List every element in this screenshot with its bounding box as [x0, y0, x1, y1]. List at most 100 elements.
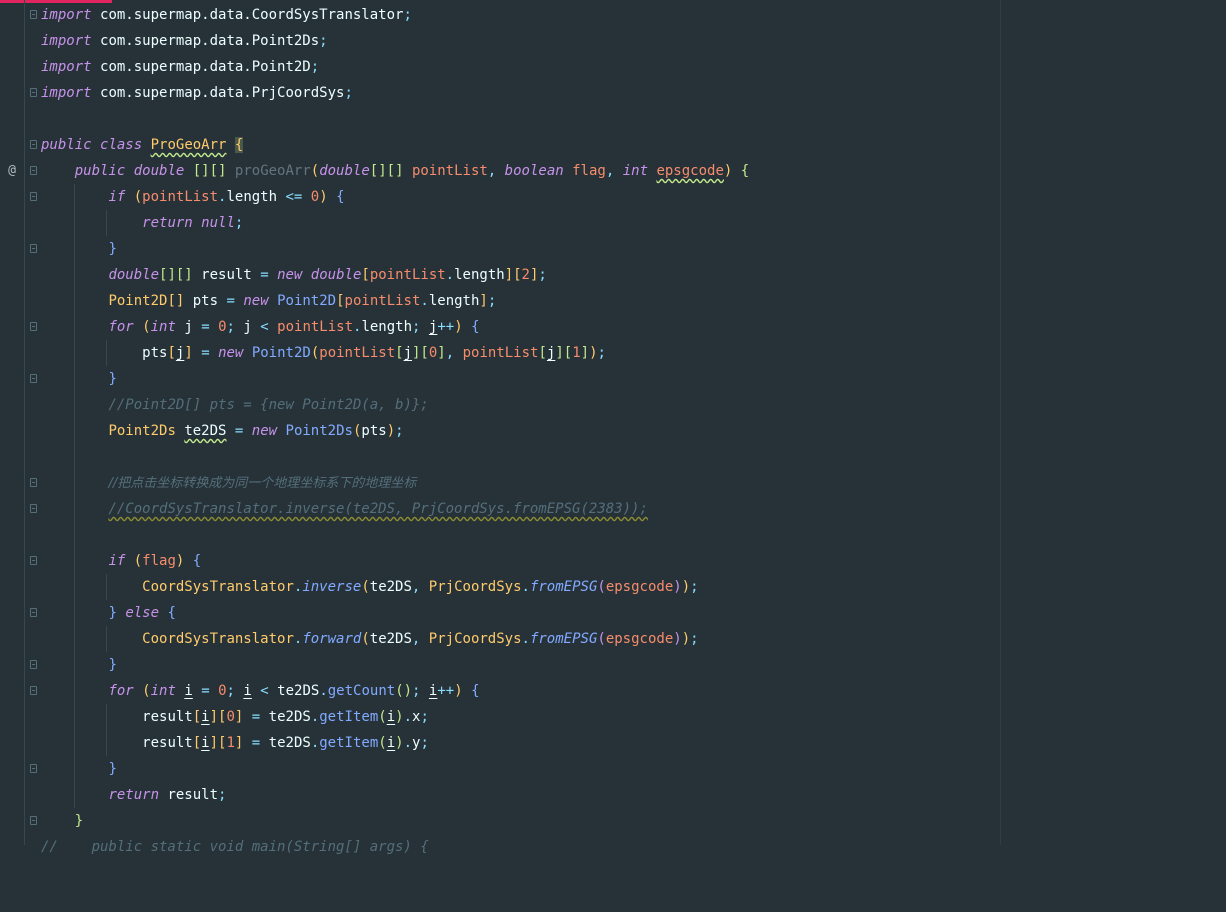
- fold-icon[interactable]: [30, 608, 37, 617]
- variable: te2DS: [268, 709, 311, 725]
- keyword: boolean: [504, 163, 564, 179]
- code-line-empty: [0, 522, 1226, 548]
- number: 0: [226, 709, 235, 725]
- code-line: return null;: [0, 210, 1226, 236]
- fold-icon[interactable]: [30, 322, 37, 331]
- comment: //CoordSysTranslator.inverse(te2DS, PrjC…: [108, 501, 648, 517]
- parameter: flag: [142, 553, 176, 569]
- method-call: inverse: [302, 579, 362, 595]
- parameter: pointList: [369, 267, 446, 283]
- fold-icon[interactable]: [30, 166, 37, 175]
- code-line: CoordSysTranslator.forward(te2DS, PrjCoo…: [0, 626, 1226, 652]
- fold-icon[interactable]: [30, 660, 37, 669]
- variable: i: [201, 709, 210, 725]
- code-line: if (flag) {: [0, 548, 1226, 574]
- fold-icon[interactable]: [30, 686, 37, 695]
- number: 2: [521, 267, 530, 283]
- variable: te2DS: [268, 735, 311, 751]
- fold-icon[interactable]: [30, 244, 37, 253]
- comment: //把点击坐标转换成为同一个地理坐标系下的地理坐标: [108, 476, 417, 491]
- keyword: return: [142, 215, 193, 231]
- field: length: [361, 319, 413, 335]
- fold-icon[interactable]: [30, 88, 37, 97]
- keyword: import: [41, 33, 92, 49]
- field: length: [428, 293, 480, 309]
- comment: // public static void main(String[] args…: [41, 839, 429, 855]
- keyword: if: [108, 189, 126, 205]
- type-name: CoordSysTranslator: [142, 631, 294, 647]
- variable: j: [243, 319, 252, 335]
- keyword: if: [108, 553, 126, 569]
- parameter: pointList: [319, 345, 396, 361]
- import-path: com.supermap.data.CoordSysTranslator: [100, 7, 404, 23]
- code-line: }: [0, 652, 1226, 678]
- keyword: for: [108, 683, 134, 699]
- number: 1: [572, 345, 581, 361]
- code-line: import com.supermap.data.CoordSysTransla…: [0, 2, 1226, 28]
- parameter: pointList: [142, 189, 219, 205]
- code-line: }: [0, 756, 1226, 782]
- method-call: getItem: [319, 709, 379, 725]
- keyword: double: [108, 267, 160, 283]
- code-line: if (pointList.length <= 0) {: [0, 184, 1226, 210]
- type-name: Point2Ds: [108, 423, 176, 439]
- comment: //Point2D[] pts = {new Point2D(a, b)};: [108, 397, 429, 413]
- parameter: pointList: [462, 345, 539, 361]
- code-editor[interactable]: import com.supermap.data.CoordSysTransla…: [0, 2, 1226, 860]
- fold-icon[interactable]: [30, 764, 37, 773]
- code-line: for (int j = 0; j < pointList.length; j+…: [0, 314, 1226, 340]
- parameter: pointList: [411, 163, 488, 179]
- code-line: //把点击坐标转换成为同一个地理坐标系下的地理坐标: [0, 470, 1226, 496]
- override-marker-icon[interactable]: @: [5, 158, 19, 184]
- variable: i: [184, 683, 193, 699]
- keyword: class: [100, 137, 143, 153]
- keyword: public: [74, 163, 126, 179]
- fold-icon[interactable]: [30, 504, 37, 513]
- keyword: for: [108, 319, 134, 335]
- variable: j: [184, 319, 193, 335]
- type-name: PrjCoordSys: [428, 579, 522, 595]
- field: length: [454, 267, 505, 283]
- code-line: Point2D[] pts = new Point2D[pointList.le…: [0, 288, 1226, 314]
- keyword: null: [201, 215, 235, 231]
- fold-icon[interactable]: [30, 816, 37, 825]
- code-line: for (int i = 0; i < te2DS.getCount(); i+…: [0, 678, 1226, 704]
- number: 1: [226, 735, 235, 751]
- brace-highlight: {: [234, 137, 244, 153]
- type-name: Point2D: [251, 345, 311, 361]
- code-line: pts[j] = new Point2D(pointList[j][0], po…: [0, 340, 1226, 366]
- field: length: [226, 189, 278, 205]
- import-path: com.supermap.data.PrjCoordSys: [100, 85, 345, 101]
- keyword: double: [133, 163, 185, 179]
- fold-icon[interactable]: [30, 10, 37, 19]
- fold-icon[interactable]: [30, 192, 37, 201]
- code-line: }: [0, 366, 1226, 392]
- parameter: epsgcode: [605, 631, 674, 647]
- code-line: CoordSysTranslator.inverse(te2DS, PrjCoo…: [0, 574, 1226, 600]
- code-line: return result;: [0, 782, 1226, 808]
- fold-icon[interactable]: [30, 374, 37, 383]
- number: 0: [218, 319, 227, 335]
- keyword: return: [108, 787, 160, 803]
- method-call: forward: [302, 631, 362, 647]
- code-line: //Point2D[] pts = {new Point2D(a, b)};: [0, 392, 1226, 418]
- type-name: Point2Ds: [285, 423, 353, 439]
- keyword: new: [218, 345, 244, 361]
- import-path: com.supermap.data.Point2D: [100, 59, 311, 75]
- fold-icon[interactable]: [30, 556, 37, 565]
- keyword: else: [125, 605, 160, 621]
- class-name: ProGeoArr: [150, 137, 227, 153]
- code-line: import com.supermap.data.PrjCoordSys;: [0, 80, 1226, 106]
- variable: result: [201, 267, 252, 283]
- parameter: pointList: [277, 319, 354, 335]
- variable: te2DS: [369, 631, 412, 647]
- fold-icon[interactable]: [30, 140, 37, 149]
- code-line: @ public double [][] proGeoArr(double[][…: [0, 158, 1226, 184]
- fold-icon[interactable]: [30, 478, 37, 487]
- variable: te2DS: [277, 683, 320, 699]
- code-line: }: [0, 808, 1226, 834]
- variable: pts: [192, 293, 219, 309]
- variable: i: [201, 735, 210, 751]
- parameter: flag: [572, 163, 606, 179]
